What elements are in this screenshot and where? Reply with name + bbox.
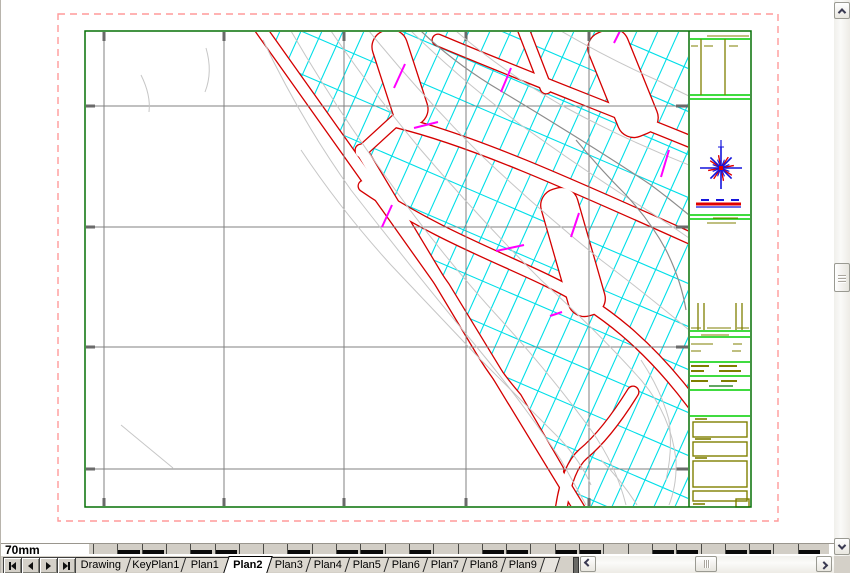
sheet-tab-drawing[interactable]: Drawing — [71, 557, 132, 572]
scale-label: 70mm — [5, 543, 40, 557]
sheet-tab-label: Plan6 — [387, 558, 425, 572]
sheet-tab-label: Plan7 — [426, 558, 464, 572]
sheet-tab-plan2[interactable]: Plan2 — [223, 556, 273, 573]
scrollbar-corner — [834, 556, 850, 573]
sheet-tab-plan6[interactable]: Plan6 — [384, 557, 429, 572]
last-sheet-button[interactable] — [57, 557, 76, 573]
first-sheet-button[interactable] — [3, 557, 22, 573]
sheet-tab-keyplan1[interactable]: KeyPlan1 — [126, 557, 187, 572]
sheet-tab-empty — [540, 557, 561, 572]
sheet-tab-bar: DrawingKeyPlan1Plan1Plan2Plan3Plan4Plan5… — [1, 556, 834, 573]
scroll-left-button[interactable] — [580, 556, 596, 572]
sheet-tab-label: Plan3 — [270, 558, 308, 572]
scroll-down-button[interactable] — [834, 538, 850, 555]
ruler-ticks — [89, 544, 829, 554]
horizontal-scroll-thumb[interactable] — [695, 556, 717, 572]
sheet-tab-plan4[interactable]: Plan4 — [306, 557, 351, 572]
prev-sheet-button[interactable] — [21, 557, 40, 573]
sheet-tab-label: Plan1 — [184, 558, 226, 572]
scroll-down-icon — [838, 541, 846, 549]
sheet-tab-plan8[interactable]: Plan8 — [462, 557, 507, 572]
sheet-tab-plan1[interactable]: Plan1 — [181, 557, 230, 572]
sheet-tab-label: KeyPlan1 — [129, 558, 183, 572]
drawing-canvas[interactable] — [1, 0, 834, 543]
sheet-tab-label: Plan2 — [227, 557, 269, 573]
sheet-tab-label: Drawing — [74, 558, 128, 572]
sheet-tab-plan3[interactable]: Plan3 — [267, 557, 312, 572]
next-icon — [46, 562, 51, 570]
cad-application-window: 70mm DrawingKeyPlan1Plan1Plan2Plan3Plan4… — [0, 0, 850, 573]
plan-drawing — [1, 0, 834, 543]
scroll-right-icon — [820, 561, 828, 569]
scroll-up-button[interactable] — [834, 2, 850, 19]
horizontal-scrollbar[interactable] — [579, 556, 834, 573]
sheet-tab-label: Plan9 — [504, 558, 542, 572]
sheet-tab-label: Plan4 — [309, 558, 347, 572]
scroll-up-icon — [838, 8, 846, 16]
next-sheet-button[interactable] — [39, 557, 58, 573]
prev-icon — [28, 562, 33, 570]
sheet-tab-plan7[interactable]: Plan7 — [423, 557, 468, 572]
scroll-left-icon — [584, 558, 592, 566]
sheet-tab-plan9[interactable]: Plan9 — [501, 557, 546, 572]
sheet-tab-plan5[interactable]: Plan5 — [345, 557, 390, 572]
sheet-tab-label: Plan5 — [348, 558, 386, 572]
sheet-tab-label: Plan8 — [465, 558, 503, 572]
scroll-right-button[interactable] — [816, 556, 832, 572]
vertical-scroll-thumb[interactable] — [834, 263, 850, 292]
page-ruler-strip: 70mm — [1, 543, 834, 556]
vertical-scrollbar[interactable] — [834, 0, 850, 556]
